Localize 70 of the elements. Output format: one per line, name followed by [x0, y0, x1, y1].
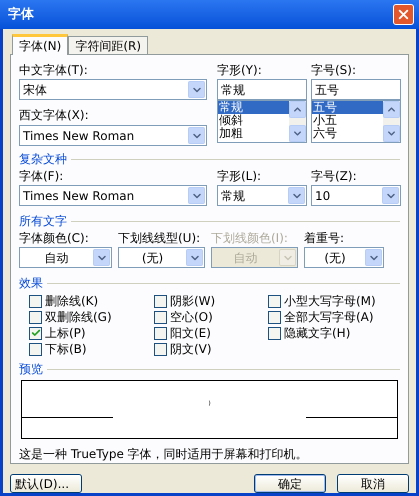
list-item[interactable]: 加粗 [218, 127, 289, 140]
checkbox[interactable] [154, 310, 167, 324]
group-heading: 复杂文种 [19, 152, 67, 166]
text-field[interactable]: 五号 [311, 79, 401, 100]
checkbox[interactable] [154, 342, 167, 356]
scroll-down-icon[interactable] [383, 125, 400, 142]
checkbox-label[interactable]: 阳文(E) [170, 326, 211, 340]
group-heading: 效果 [19, 276, 43, 290]
field-label: 西文字体(X): [19, 108, 89, 122]
list-item[interactable]: 六号 [312, 127, 383, 140]
group-heading: 预览 [19, 362, 43, 376]
window-title: 字体 [8, 8, 34, 22]
checkbox-label[interactable]: 隐藏文字(H) [284, 326, 350, 340]
dropdown[interactable]: 10 [311, 185, 401, 206]
scroll-up-icon[interactable] [383, 101, 400, 118]
checkbox-label[interactable]: 删除线(K) [45, 294, 98, 308]
tab[interactable]: 字符间距(R) [68, 36, 148, 54]
group-heading: 所有文字 [19, 214, 67, 228]
checkbox[interactable] [268, 294, 281, 308]
checkbox[interactable] [29, 310, 42, 324]
field-label: 字号(Z): [311, 169, 358, 183]
field-label: 字号(S): [311, 63, 358, 77]
checkbox-label[interactable]: 阴影(W) [170, 294, 216, 308]
checkbox-label[interactable]: 小型大写字母(M) [284, 294, 376, 308]
dropdown[interactable]: Times New Roman [19, 125, 207, 146]
ok-button[interactable]: 确定 [254, 474, 326, 493]
checkbox[interactable] [154, 294, 167, 308]
field-label: 着重号: [304, 231, 346, 245]
dropdown[interactable]: (无) [118, 247, 205, 268]
field-label: 下划线颜色(I): [211, 231, 289, 245]
scrollbar[interactable] [383, 101, 400, 142]
font-description: 这是一种 TrueType 字体，同时适用于屏幕和打印机。 [18, 447, 309, 461]
field-label: 字形(L): [217, 169, 262, 183]
checkbox-label[interactable]: 上标(P) [45, 326, 86, 340]
list-item[interactable]: 小五 [312, 114, 383, 127]
checkbox[interactable] [29, 326, 42, 340]
scrollbar[interactable] [289, 101, 306, 142]
close-button[interactable] [393, 4, 414, 25]
dropdown[interactable]: Times New Roman [19, 185, 207, 206]
list-item[interactable]: 常规 [218, 101, 289, 114]
close-icon [396, 7, 411, 22]
checkbox-label[interactable]: 双删除线(G) [45, 310, 112, 324]
checkbox[interactable] [29, 342, 42, 356]
checkbox-label[interactable]: 下标(B) [45, 342, 87, 356]
default-button[interactable]: 默认(D)... [10, 474, 82, 493]
field-label: 字形(Y): [217, 63, 263, 77]
list-item[interactable]: 倾斜 [218, 114, 289, 127]
scroll-down-icon[interactable] [289, 125, 306, 142]
checkbox[interactable] [154, 326, 167, 340]
checkbox-label[interactable]: 全部大写字母(A) [284, 310, 374, 324]
tab[interactable]: 字体(N) [12, 34, 68, 55]
checkbox[interactable] [29, 294, 42, 308]
dropdown[interactable]: (无) [304, 247, 384, 268]
field-label: 字体(F): [19, 169, 64, 183]
checkbox-label[interactable]: 空心(O) [170, 310, 213, 324]
scroll-up-icon[interactable] [289, 101, 306, 118]
checkbox[interactable] [268, 310, 281, 324]
dropdown[interactable]: 常规 [217, 185, 307, 206]
checkbox-label[interactable]: 阴文(V) [170, 342, 212, 356]
field-label: 中文字体(T): [19, 63, 89, 77]
list-box[interactable]: 常规 倾斜 加粗 [217, 100, 307, 143]
field-label: 下划线线型(U): [118, 231, 202, 245]
field-label: 字体颜色(C): [19, 231, 90, 245]
checkbox[interactable] [268, 326, 281, 340]
list-item[interactable]: 五号 [312, 101, 383, 114]
text-field[interactable]: 常规 [217, 79, 307, 100]
list-box[interactable]: 五号 小五 六号 [311, 100, 401, 143]
dropdown[interactable]: 自动 [19, 247, 112, 268]
dropdown[interactable]: 宋体 [19, 79, 207, 100]
cancel-button[interactable]: 取消 [337, 474, 409, 493]
